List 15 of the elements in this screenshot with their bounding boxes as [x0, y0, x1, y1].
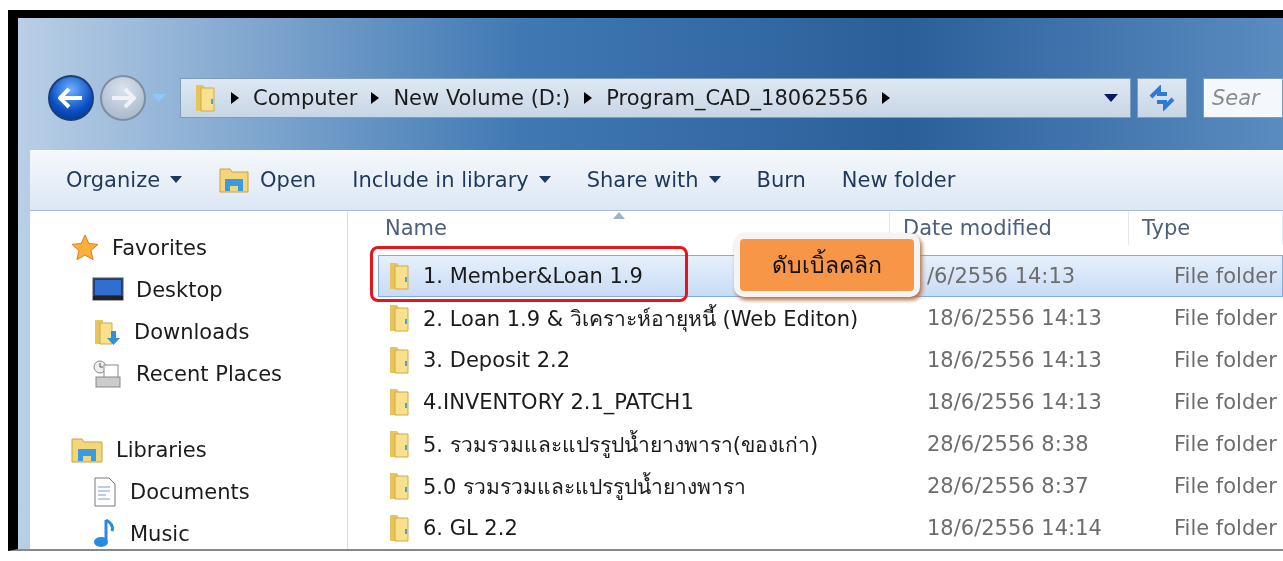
date-cell-text: 18/6/2556 14:14 — [926, 516, 1103, 540]
type-cell-text: File folder — [1173, 390, 1278, 414]
type-cell-text: File folder — [1173, 306, 1278, 330]
date-cell-text: 28/6/2556 8:38 — [926, 432, 1090, 456]
type-cell-text: File folder — [1173, 264, 1278, 288]
type-cell-text: File folder — [1173, 432, 1278, 456]
type-cell-text: File folder — [1173, 474, 1278, 498]
date-cell-text: 18/6/2556 14:13 — [926, 348, 1103, 372]
date-cell-text: 18/6/2556 14:13 — [926, 306, 1103, 330]
callout-tooltip: ดับเบิ้ลคลิก — [734, 233, 920, 297]
date-cell-text: /6/2556 14:13 — [926, 264, 1077, 288]
date-cell-text: 28/6/2556 8:37 — [926, 474, 1090, 498]
type-cell-text: File folder — [1173, 348, 1278, 372]
type-cell-text: File folder — [1173, 516, 1278, 540]
date-cell-text: 18/6/2556 14:13 — [926, 390, 1103, 414]
